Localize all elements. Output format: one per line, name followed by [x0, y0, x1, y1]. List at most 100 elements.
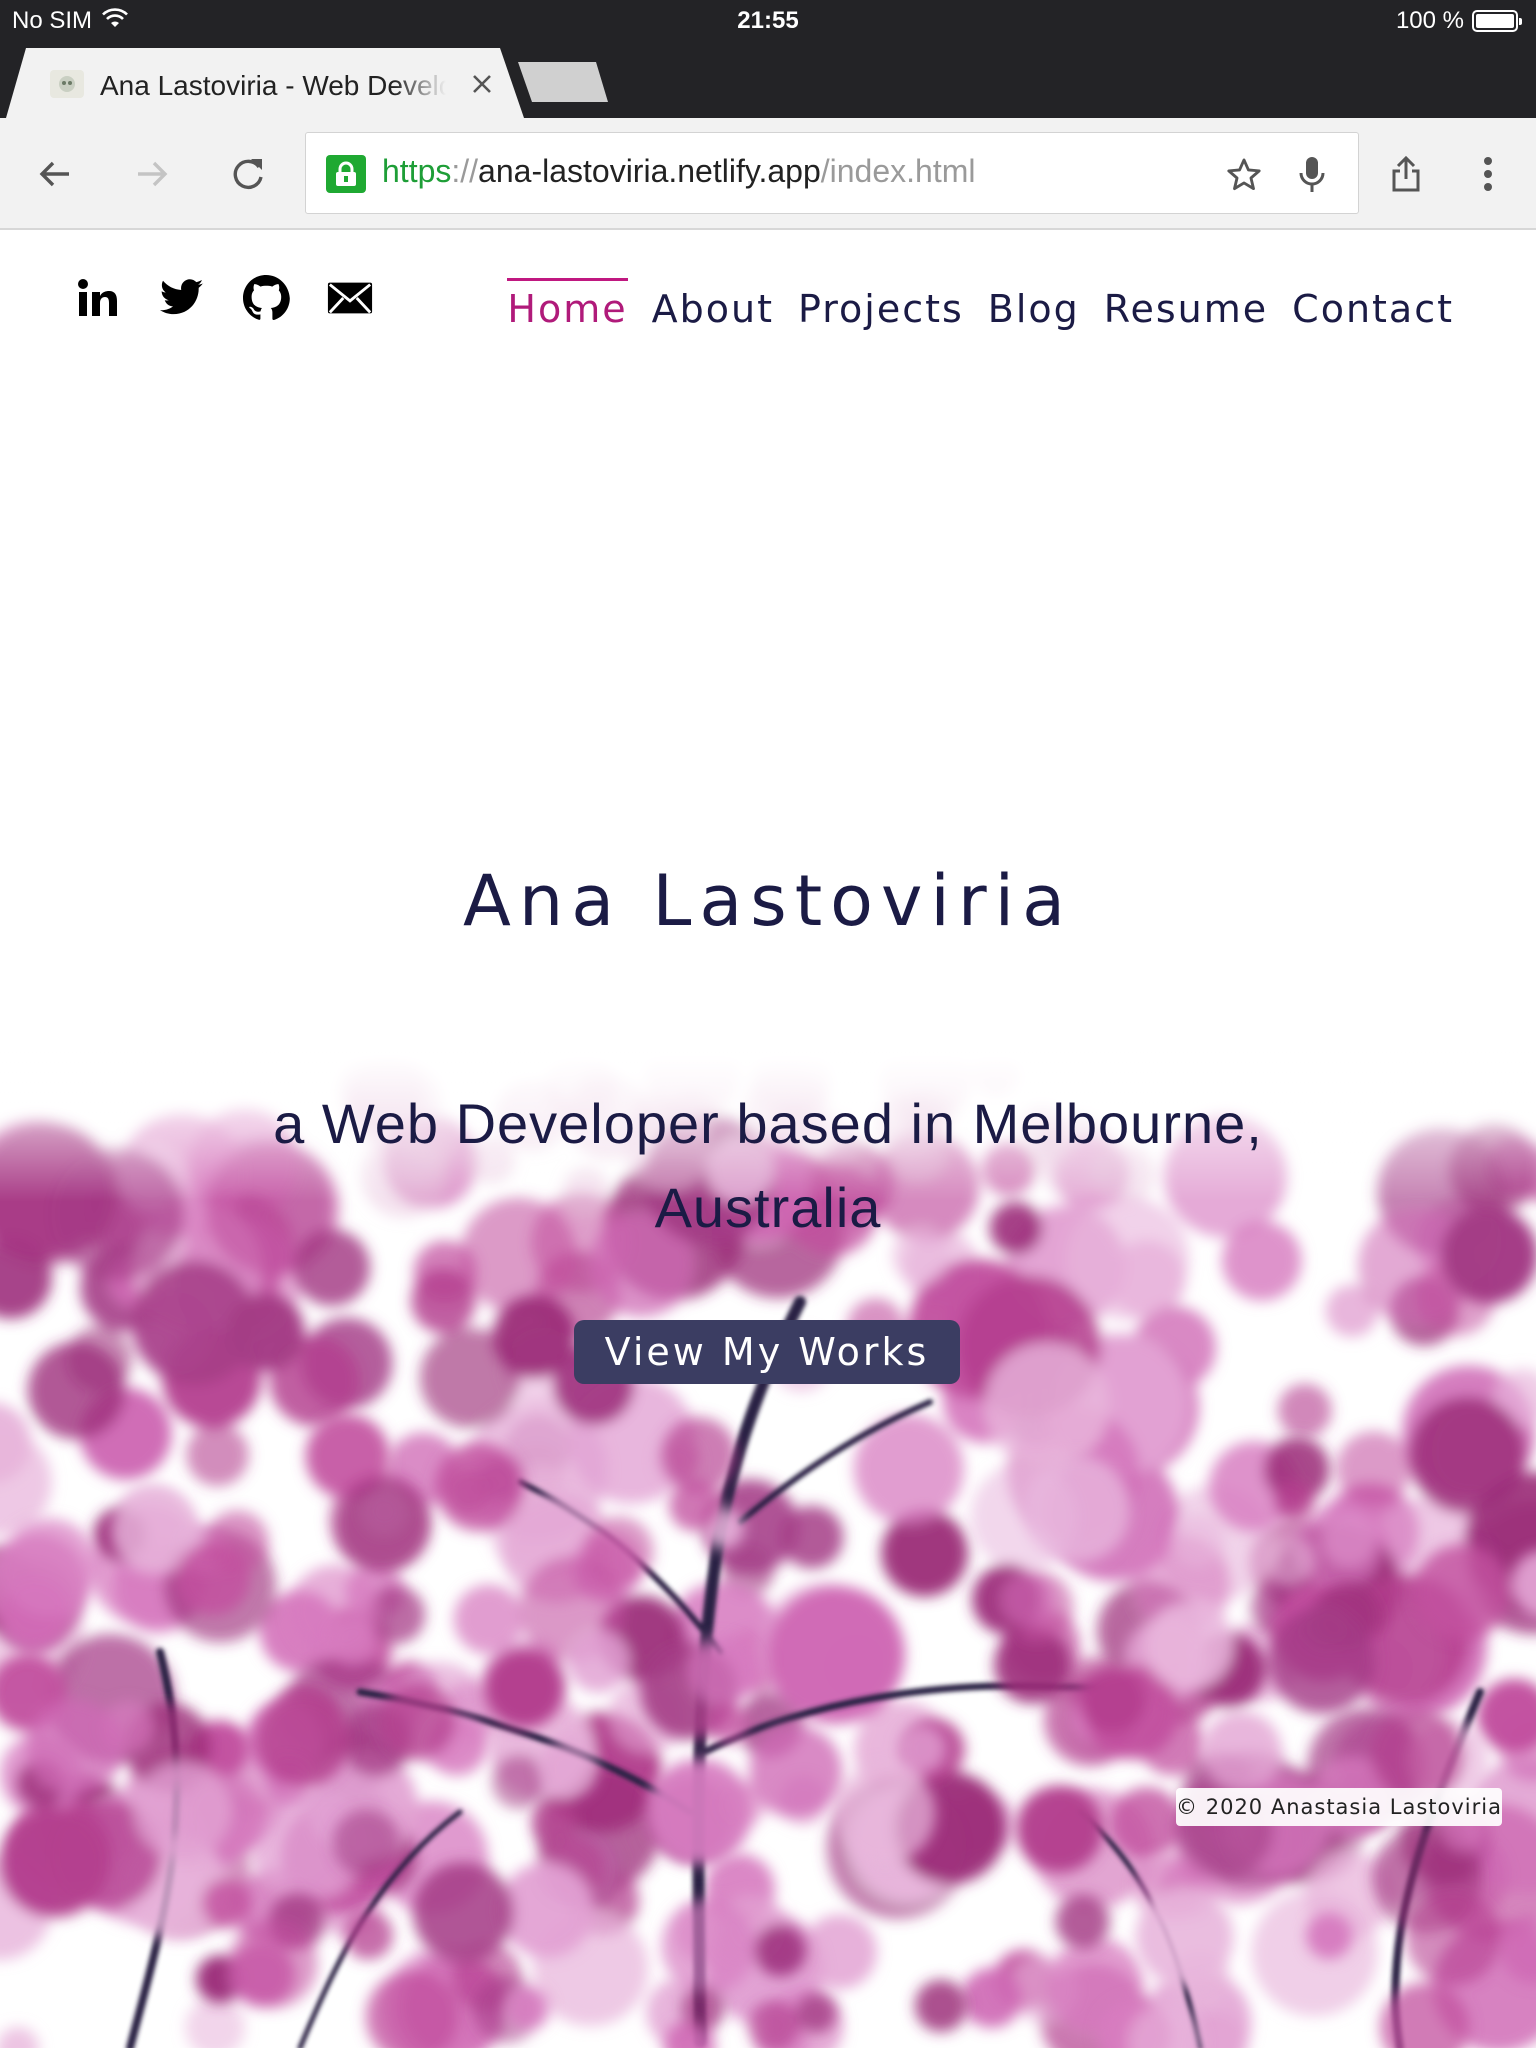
blossom-cluster: [1055, 1894, 1110, 1949]
mail-icon[interactable]: [326, 274, 374, 322]
status-bar: No SIM 21:55 100 %: [0, 0, 1536, 42]
blossom-cluster: [1409, 1397, 1526, 1514]
blossom-cluster: [983, 1342, 1110, 1468]
blossom-cluster: [1477, 1678, 1536, 1754]
blossom-cluster: [491, 1754, 546, 1809]
blossom-cluster: [336, 1478, 431, 1573]
url-path: /index.html: [820, 153, 976, 189]
blossom-cluster: [26, 1699, 123, 1795]
address-bar[interactable]: https://ana-lastoviria.netlify.app/index…: [305, 132, 1359, 214]
more-vertical-icon: [1484, 157, 1492, 191]
twitter-icon[interactable]: [158, 274, 206, 322]
blossom-cluster: [343, 1910, 394, 1960]
blossom-cluster: [1110, 1787, 1183, 1860]
forward-button[interactable]: [124, 146, 180, 202]
blossom-cluster: [289, 1564, 380, 1655]
url-scheme: https: [382, 153, 452, 189]
blossom-cluster: [1000, 1572, 1055, 1628]
blossom-cluster: [539, 1740, 598, 1799]
blossom-cluster: [228, 1919, 318, 2009]
blossom-cluster: [1414, 1544, 1510, 1640]
blossom-cluster: [897, 1724, 946, 1773]
blossom-cluster: [1277, 1383, 1332, 1438]
battery-icon: [1472, 10, 1522, 32]
tab-title: Ana Lastoviria - Web Developer: [100, 70, 446, 101]
blossom-cluster: [707, 1702, 749, 1744]
blossom-cluster: [227, 1293, 305, 1371]
url-host: ana-lastoviria.netlify.app: [478, 153, 821, 189]
battery-percent: 100 %: [1395, 7, 1464, 34]
blossom-cluster: [669, 1479, 721, 1532]
blossom-cluster: [505, 1985, 550, 2031]
tab-strip: Ana Lastoviria - Web Developer: [0, 42, 1536, 118]
blossom-cluster: [1144, 1600, 1234, 1691]
blossom-cluster: [176, 1541, 251, 1616]
battery-fill: [1476, 14, 1514, 28]
blossom-cluster: [1201, 1711, 1282, 1792]
blossom-cluster: [185, 1997, 245, 2048]
blossom-cluster: [66, 1326, 132, 1393]
bookmark-star-icon[interactable]: [1222, 153, 1266, 197]
blossom-cluster: [646, 1758, 753, 1865]
microphone-icon[interactable]: [1290, 153, 1334, 197]
menu-button[interactable]: [1460, 146, 1516, 202]
blossom-cluster: [1022, 1455, 1131, 1564]
blossom-cluster: [0, 1807, 110, 1918]
blossom-cluster: [961, 1967, 1022, 2028]
favicon-icon: [50, 70, 84, 98]
nav-projects[interactable]: Projects: [798, 278, 964, 331]
browser-toolbar: https://ana-lastoviria.netlify.app/index…: [0, 118, 1536, 230]
blossom-cluster: [834, 1762, 936, 1864]
back-button[interactable]: [27, 146, 83, 202]
blossom-cluster: [1336, 1431, 1412, 1506]
blossom-cluster: [493, 1295, 576, 1378]
blossom-cluster: [0, 1518, 98, 1617]
blossom-cluster: [380, 1683, 456, 1759]
new-tab-button[interactable]: [518, 62, 608, 102]
blossom-cluster: [1405, 1891, 1501, 1986]
hero-name: Ana Lastoviria: [462, 860, 1074, 942]
nav-resume[interactable]: Resume: [1104, 278, 1268, 331]
blossom-cluster: [796, 1993, 837, 2034]
nav-home[interactable]: Home: [507, 278, 628, 331]
blossom-cluster: [1268, 1607, 1376, 1714]
blossom-cluster: [567, 1630, 630, 1693]
blossom-cluster: [1015, 1785, 1104, 1873]
blossom-cluster: [1441, 1207, 1536, 1304]
lock-icon: [326, 155, 366, 193]
blossom-cluster: [531, 1797, 577, 1844]
blossom-cluster: [1135, 1888, 1234, 1987]
blossom-cluster: [411, 1268, 476, 1334]
nav-blog[interactable]: Blog: [988, 278, 1080, 331]
linkedin-icon[interactable]: [74, 274, 122, 322]
blossom-cluster: [332, 1809, 400, 1877]
blossom-cluster: [661, 1899, 756, 1994]
blossom-cluster: [0, 2027, 39, 2048]
blossom-cluster: [134, 1761, 232, 1859]
blossom-cluster: [802, 1914, 877, 1990]
blossom-cluster: [687, 1636, 757, 1706]
nav-contact[interactable]: Contact: [1292, 278, 1454, 331]
close-tab-icon[interactable]: [466, 68, 498, 100]
blossom-cluster: [681, 1986, 725, 2031]
view-works-button[interactable]: View My Works: [574, 1320, 960, 1384]
blossom-cluster: [881, 1509, 968, 1597]
share-button[interactable]: [1378, 146, 1434, 202]
blossom-cluster: [1306, 1912, 1353, 1960]
blossom-cluster: [1274, 1480, 1315, 1521]
arrow-right-icon: [138, 161, 168, 187]
blossom-cluster: [255, 1692, 350, 1787]
tab-active[interactable]: Ana Lastoviria - Web Developer: [6, 48, 524, 118]
arrow-left-icon: [39, 161, 69, 187]
blossom-cluster: [1078, 1666, 1146, 1734]
blossom-cluster: [914, 1979, 968, 2032]
reload-icon: [233, 159, 263, 190]
blossom-cluster: [1171, 1514, 1225, 1568]
status-right: 100 %: [1395, 7, 1522, 35]
copyright-notice: © 2020 Anastasia Lastoviria: [1176, 1788, 1502, 1826]
reload-button[interactable]: [220, 146, 276, 202]
github-icon[interactable]: [242, 274, 290, 322]
nav-about[interactable]: About: [652, 278, 774, 331]
main-nav: Home About Projects Blog Resume Contact: [507, 278, 1454, 331]
blossom-cluster: [202, 1878, 252, 1928]
